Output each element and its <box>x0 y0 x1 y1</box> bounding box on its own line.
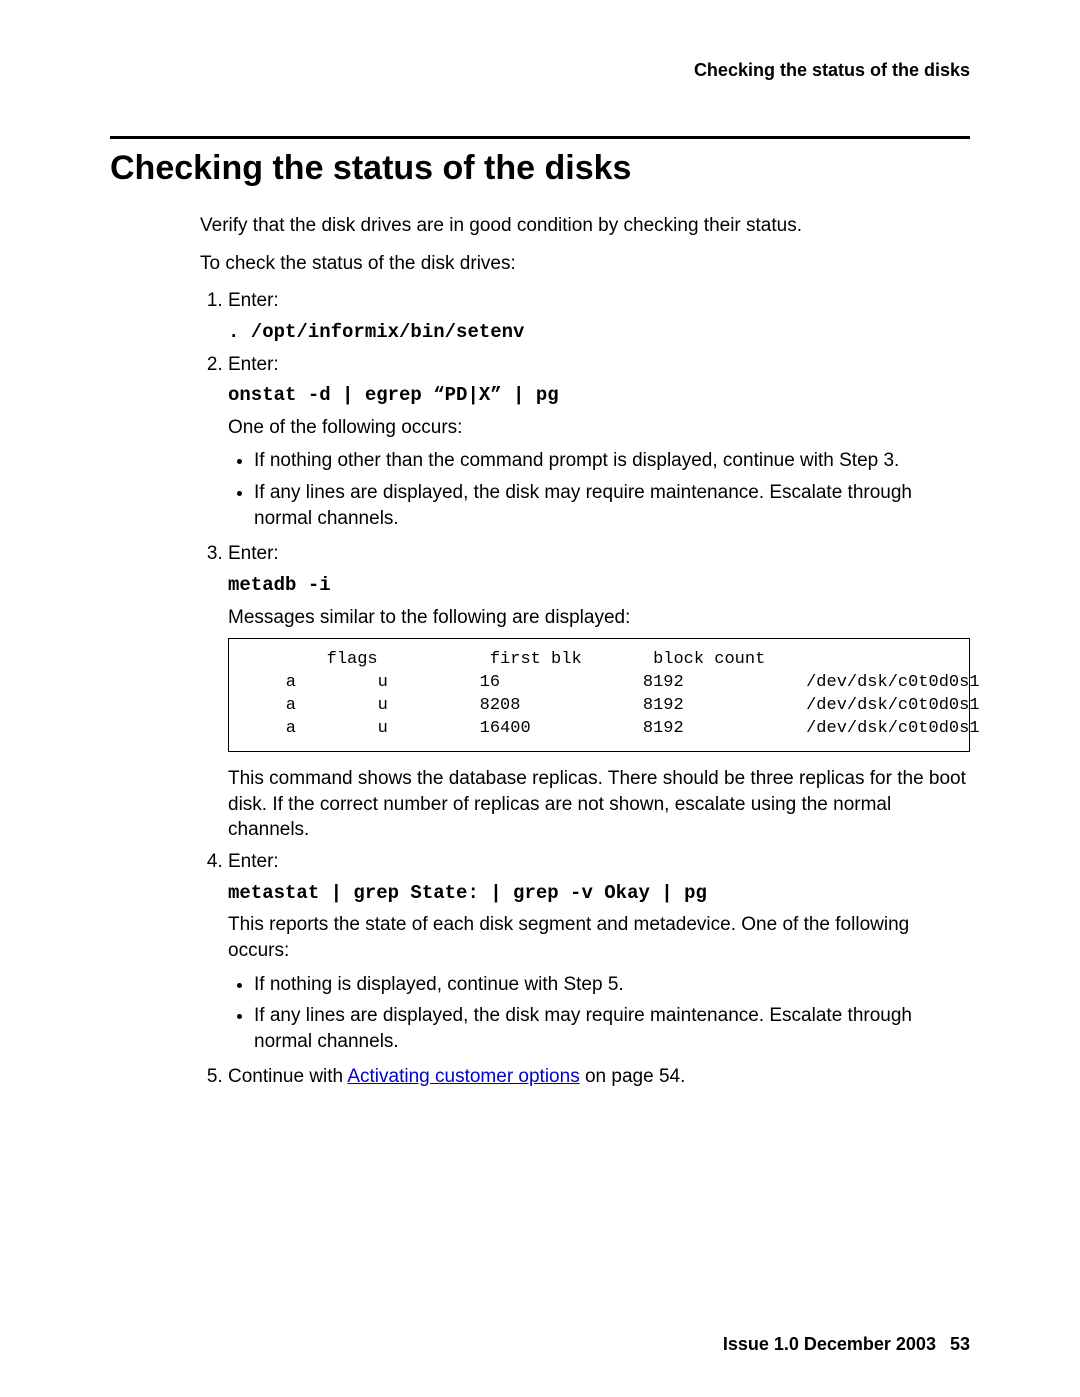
page-title: Checking the status of the disks <box>110 149 970 188</box>
bullet-item: If any lines are displayed, the disk may… <box>254 1003 970 1054</box>
step-2: Enter: onstat -d | egrep “PD|X” | pg One… <box>228 352 970 532</box>
step-note: This reports the state of each disk segm… <box>228 912 970 963</box>
bullet-item: If any lines are displayed, the disk may… <box>254 480 970 531</box>
step-lead: Enter: <box>228 354 279 375</box>
command-text: onstat -d | egrep “PD|X” | pg <box>228 383 970 409</box>
command-text: metastat | grep State: | grep -v Okay | … <box>228 881 970 907</box>
step-4: Enter: metastat | grep State: | grep -v … <box>228 849 970 1054</box>
bullet-item: If nothing other than the command prompt… <box>254 448 970 474</box>
step-post: on page 54. <box>580 1066 686 1087</box>
step-5: Continue with Activating customer option… <box>228 1064 970 1090</box>
cross-reference-link[interactable]: Activating customer options <box>347 1066 579 1087</box>
page-number: 53 <box>950 1334 970 1354</box>
bullet-list: If nothing other than the command prompt… <box>228 448 970 531</box>
page: Checking the status of the disks Checkin… <box>0 0 1080 1397</box>
step-lead: Enter: <box>228 543 279 564</box>
bullet-item: If nothing is displayed, continue with S… <box>254 972 970 998</box>
issue-label: Issue 1.0 December 2003 <box>723 1334 936 1354</box>
step-3: Enter: metadb -i Messages similar to the… <box>228 541 970 843</box>
running-header: Checking the status of the disks <box>110 60 970 81</box>
intro-lead: To check the status of the disk drives: <box>200 251 970 277</box>
body-content: Verify that the disk drives are in good … <box>200 213 970 1090</box>
step-tail: This command shows the database replicas… <box>228 766 970 843</box>
bullet-list: If nothing is displayed, continue with S… <box>228 972 970 1055</box>
command-text: . /opt/informix/bin/setenv <box>228 320 970 346</box>
terminal-output: flags first blk block count a u 16 8192 … <box>228 638 970 752</box>
step-lead: Enter: <box>228 290 279 311</box>
procedure-steps: Enter: . /opt/informix/bin/setenv Enter:… <box>200 288 970 1090</box>
intro-paragraph: Verify that the disk drives are in good … <box>200 213 970 239</box>
step-note: Messages similar to the following are di… <box>228 605 970 631</box>
command-text: metadb -i <box>228 573 970 599</box>
step-pre: Continue with <box>228 1066 347 1087</box>
step-note: One of the following occurs: <box>228 415 970 441</box>
horizontal-rule <box>110 136 970 139</box>
step-lead: Enter: <box>228 851 279 872</box>
page-footer: Issue 1.0 December 2003 53 <box>723 1334 970 1355</box>
step-1: Enter: . /opt/informix/bin/setenv <box>228 288 970 345</box>
